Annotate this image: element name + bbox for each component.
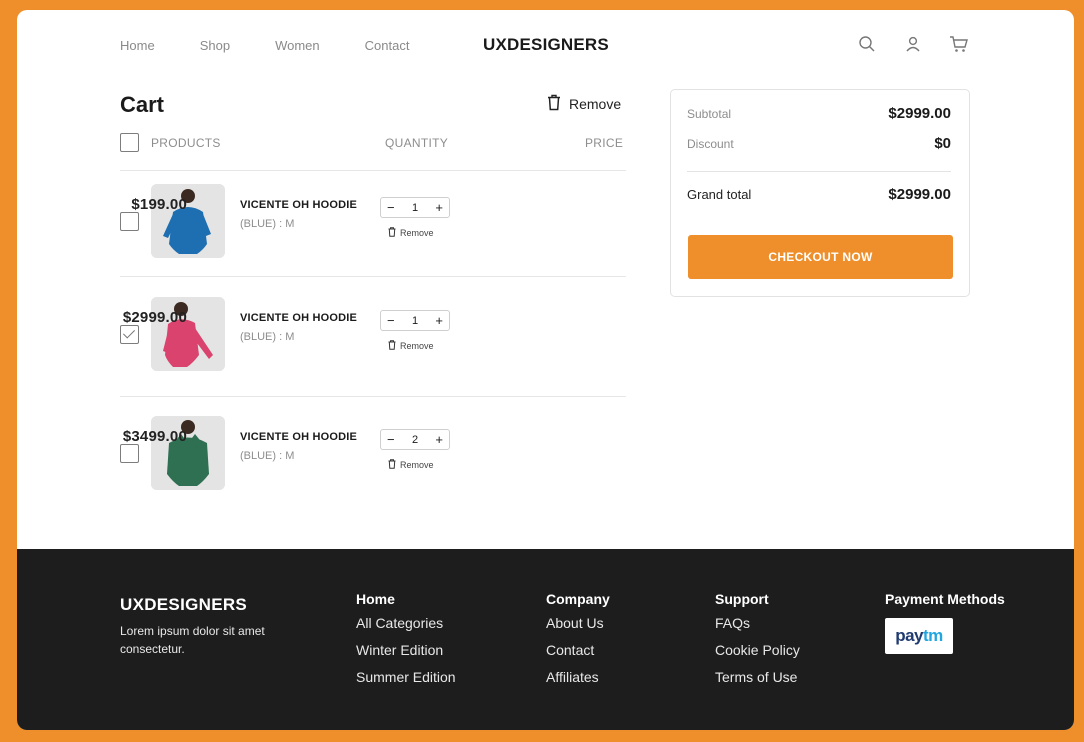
quantity-value[interactable]: 1	[412, 315, 418, 327]
paytm-logo-right: tm	[923, 626, 943, 645]
remove-selected-button[interactable]: Remove	[547, 94, 621, 114]
footer-column-company: Company About Us Contact Affiliates	[546, 591, 610, 696]
product-variant: (BLUE) : M	[240, 450, 295, 462]
paytm-logo: pay tm	[885, 618, 953, 654]
subtotal-line: Subtotal $2999.00	[687, 105, 951, 122]
item-price: $3499.00	[122, 428, 187, 445]
column-price: PRICE	[585, 136, 624, 150]
discount-value: $0	[934, 135, 951, 152]
footer-link[interactable]: About Us	[546, 615, 610, 631]
remove-item-label: Remove	[400, 341, 434, 351]
cart-icon[interactable]	[949, 34, 969, 54]
product-variant: (BLUE) : M	[240, 218, 295, 230]
item-checkbox[interactable]	[120, 444, 139, 463]
product-variant: (BLUE) : M	[240, 331, 295, 343]
item-price: $199.00	[131, 196, 187, 213]
footer-column-home: Home All Categories Winter Edition Summe…	[356, 591, 456, 696]
decrement-button[interactable]: −	[387, 314, 395, 327]
nav-women[interactable]: Women	[275, 38, 320, 53]
divider	[120, 276, 626, 277]
order-summary: Subtotal $2999.00 Discount $0 Grand tota…	[670, 89, 970, 297]
remove-item-button[interactable]: Remove	[388, 340, 434, 352]
footer-column-title: Support	[715, 591, 769, 607]
nav-contact[interactable]: Contact	[365, 38, 410, 53]
remove-item-label: Remove	[400, 460, 434, 470]
cart-title: Cart	[120, 92, 165, 117]
remove-item-label: Remove	[400, 228, 434, 238]
footer-brand[interactable]: UXDESIGNERS	[120, 595, 247, 615]
decrement-button[interactable]: −	[387, 433, 395, 446]
quantity-value[interactable]: 1	[412, 202, 418, 214]
paytm-logo-left: pay	[895, 626, 923, 645]
nav-home[interactable]: Home	[120, 38, 155, 53]
discount-line: Discount $0	[687, 135, 951, 152]
footer-link[interactable]: Contact	[546, 642, 610, 658]
cart-item: VICENTE OH HOODIE (BLUE) : M − 1 + Remov…	[17, 293, 637, 383]
grand-total-line: Grand total $2999.00	[687, 186, 951, 203]
product-name[interactable]: VICENTE OH HOODIE	[240, 312, 357, 324]
increment-button[interactable]: +	[435, 201, 443, 214]
footer: UXDESIGNERS Lorem ipsum dolor sit amet c…	[17, 549, 1074, 730]
divider	[120, 396, 626, 397]
increment-button[interactable]: +	[435, 433, 443, 446]
item-checkbox[interactable]	[120, 212, 139, 231]
cart-item: VICENTE OH HOODIE (BLUE) : M − 1 + Remov…	[17, 180, 637, 270]
footer-column-support: Support FAQs Cookie Policy Terms of Use	[715, 591, 800, 696]
payment-methods-title: Payment Methods	[885, 591, 1005, 607]
product-name[interactable]: VICENTE OH HOODIE	[240, 199, 357, 211]
select-all-checkbox[interactable]	[120, 133, 139, 152]
item-checkbox[interactable]	[120, 325, 139, 344]
discount-label: Discount	[687, 136, 734, 151]
footer-link[interactable]: Winter Edition	[356, 642, 456, 658]
quantity-stepper: − 2 +	[380, 429, 450, 450]
footer-description: Lorem ipsum dolor sit amet consectetur.	[120, 624, 265, 656]
remove-item-button[interactable]: Remove	[388, 459, 434, 471]
divider	[120, 170, 626, 171]
footer-column-title: Home	[356, 591, 395, 607]
grand-total-label: Grand total	[687, 187, 752, 202]
footer-link[interactable]: Affiliates	[546, 669, 610, 685]
summary-divider	[687, 171, 951, 172]
footer-link[interactable]: All Categories	[356, 615, 456, 631]
quantity-stepper: − 1 +	[380, 310, 450, 331]
product-name[interactable]: VICENTE OH HOODIE	[240, 431, 357, 443]
user-icon[interactable]	[903, 34, 923, 54]
quantity-value[interactable]: 2	[412, 434, 418, 446]
column-quantity: QUANTITY	[385, 136, 449, 150]
brand-logo[interactable]: UXDESIGNERS	[483, 35, 609, 55]
trash-icon	[388, 459, 396, 471]
grand-total-value: $2999.00	[888, 186, 951, 203]
item-price: $2999.00	[122, 309, 187, 326]
trash-icon	[388, 227, 396, 239]
footer-column-payment: Payment Methods	[885, 591, 1005, 615]
main-nav: Home Shop Women Contact	[120, 38, 454, 53]
decrement-button[interactable]: −	[387, 201, 395, 214]
increment-button[interactable]: +	[435, 314, 443, 327]
remove-item-button[interactable]: Remove	[388, 227, 434, 239]
header-icons	[857, 34, 969, 54]
quantity-stepper: − 1 +	[380, 197, 450, 218]
subtotal-value: $2999.00	[888, 105, 951, 122]
footer-column-title: Company	[546, 591, 610, 607]
footer-link[interactable]: Cookie Policy	[715, 642, 800, 658]
page-frame: Home Shop Women Contact UXDESIGNERS Cart…	[17, 10, 1074, 730]
trash-icon	[388, 340, 396, 352]
column-products: PRODUCTS	[151, 136, 221, 150]
checkout-button[interactable]: CHECKOUT NOW	[688, 235, 953, 279]
nav-shop[interactable]: Shop	[200, 38, 230, 53]
subtotal-label: Subtotal	[687, 106, 732, 121]
footer-link[interactable]: FAQs	[715, 615, 800, 631]
search-icon[interactable]	[857, 34, 877, 54]
footer-link[interactable]: Terms of Use	[715, 669, 800, 685]
remove-selected-label: Remove	[569, 96, 622, 112]
footer-link[interactable]: Summer Edition	[356, 669, 456, 685]
cart-item: VICENTE OH HOODIE (BLUE) : M − 2 + Remov…	[17, 412, 637, 502]
trash-icon	[547, 94, 561, 114]
